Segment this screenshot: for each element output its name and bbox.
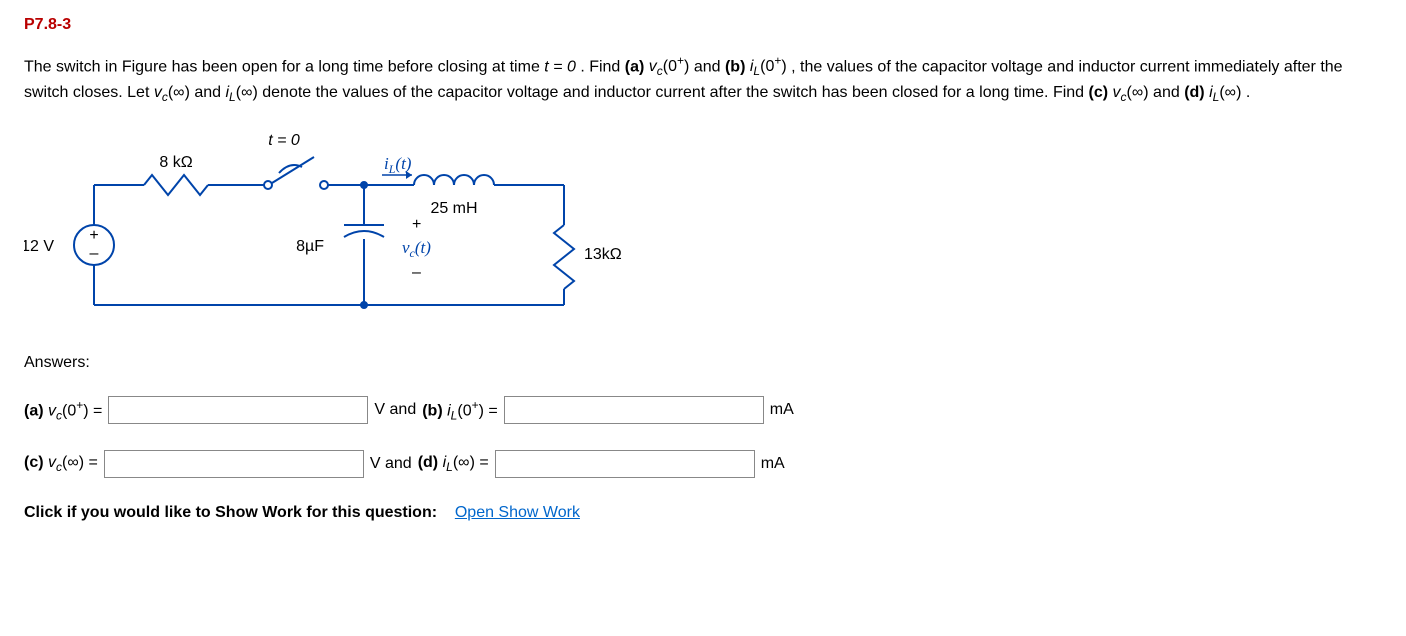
svg-text:+: + [89, 227, 98, 244]
label-b: (b) [725, 58, 745, 75]
label-d: (d) [1184, 84, 1204, 101]
label-c: (c) vc(∞) = [24, 454, 98, 474]
answers-header: Answers: [24, 354, 1382, 372]
show-work-label: Click if you would like to Show Work for… [24, 504, 437, 521]
text: and [1153, 84, 1184, 101]
t0-label: t = 0 [268, 132, 300, 149]
circuit-figure: + – 12 V 8 kΩ t = 0 25 mH 8µF 13kΩ iL(t)… [24, 125, 1382, 330]
vc0plus: vc(0+) [649, 58, 694, 75]
cap-label: 8µF [296, 238, 324, 255]
input-iL0[interactable] [504, 396, 764, 424]
svg-text:–: – [90, 245, 99, 262]
unit-mA2: mA [761, 455, 785, 473]
text: denote the values of the capacitor volta… [262, 84, 1088, 101]
vcinf2: vc(∞) [1113, 84, 1154, 101]
iL-label: iL(t) [382, 154, 412, 179]
vsrc-label: 12 V [24, 238, 54, 255]
cap-minus: – [412, 264, 421, 281]
show-work-row: Click if you would like to Show Work for… [24, 504, 1382, 522]
unit-V: V and [374, 401, 416, 419]
text: and [194, 84, 225, 101]
text: and [694, 58, 725, 75]
label-b: (b) iL(0+) = [422, 398, 498, 423]
answer-row-ab: (a) vc(0+) = V and (b) iL(0+) = mA [24, 396, 1382, 424]
vc-label: vc(t) [402, 238, 431, 260]
open-show-work-link[interactable]: Open Show Work [455, 504, 580, 521]
label-a: (a) vc(0+) = [24, 398, 102, 423]
input-vcinf[interactable] [104, 450, 364, 478]
input-vc0[interactable] [108, 396, 368, 424]
r1-label: 8 kΩ [159, 154, 192, 171]
unit-mA: mA [770, 401, 794, 419]
vcinf: vc(∞) [154, 84, 195, 101]
input-iLinf[interactable] [495, 450, 755, 478]
r2-label: 13kΩ [584, 246, 622, 263]
iLinf: iL(∞) [225, 84, 262, 101]
label-c: (c) [1089, 84, 1109, 101]
problem-number: P7.8-3 [24, 16, 1382, 34]
text: The switch in Figure has been open for a… [24, 58, 544, 75]
unit-V2: V and [370, 455, 412, 473]
eq-t0: t = 0 [544, 58, 576, 75]
answer-row-cd: (c) vc(∞) = V and (d) iL(∞) = mA [24, 450, 1382, 478]
label-a: (a) [625, 58, 645, 75]
iL0plus: iL(0+) [750, 58, 791, 75]
text: . Find [580, 58, 624, 75]
problem-statement: The switch in Figure has been open for a… [24, 52, 1374, 107]
inductor-label: 25 mH [430, 200, 477, 217]
label-d: (d) iL(∞) = [418, 454, 489, 474]
text: . [1246, 84, 1250, 101]
cap-plus: + [412, 216, 421, 233]
iLinf2: iL(∞) [1209, 84, 1246, 101]
